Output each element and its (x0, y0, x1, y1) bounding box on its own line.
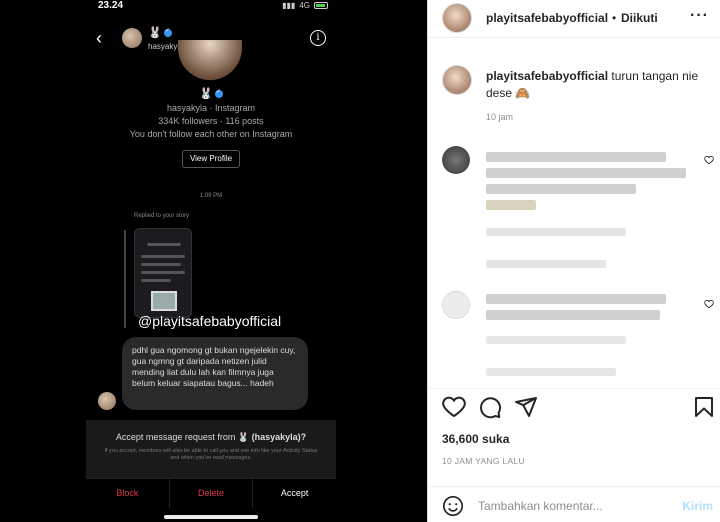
story-thumbnail[interactable] (134, 228, 192, 318)
story-line (141, 263, 181, 266)
story-line (141, 255, 185, 258)
header-title: 🐰 (148, 26, 172, 39)
post-comment-button[interactable]: Kirim (682, 499, 713, 513)
back-arrow-icon[interactable]: ‹ (96, 28, 102, 49)
message-timestamp: 1:09 PM (199, 193, 223, 199)
story-handle-overlay: @playitsafebabyofficial (138, 313, 282, 329)
story-line (147, 243, 181, 246)
reply-quote-bar (124, 230, 126, 328)
caption-avatar[interactable] (442, 65, 472, 95)
comment-input[interactable]: Tambahkan komentar... (478, 499, 603, 513)
blurred-comment-line (486, 168, 686, 178)
more-options-icon[interactable]: ··· (690, 7, 709, 25)
request-actions: Block Delete Accept (86, 478, 336, 508)
follow-status[interactable]: Diikuti (621, 11, 658, 25)
request-title-prefix: Accept message request from (115, 432, 236, 442)
post-header: playitsafebabyofficial • Diikuti ··· (428, 0, 720, 38)
comment-icon[interactable] (478, 395, 502, 419)
post-panel: playitsafebabyofficial • Diikuti ··· pla… (427, 0, 720, 522)
comment-avatar[interactable] (442, 291, 470, 319)
comment-bar: Tambahkan komentar... Kirim (428, 486, 720, 522)
verified-icon (163, 27, 172, 38)
blurred-comment-line (486, 184, 636, 194)
profile-stats: 334K followers · 116 posts (158, 116, 264, 126)
heart-icon[interactable] (442, 395, 466, 419)
emoji-icon[interactable] (442, 495, 464, 517)
profile-emoji: 🐰 (199, 88, 213, 100)
dm-screenshot: 23.24 ▮▮▮ 4G ‹ 🐰 hasyakyla i 🐰 hasyakyla… (0, 0, 427, 522)
phone-screen: 23.24 ▮▮▮ 4G ‹ 🐰 hasyakyla i 🐰 hasyakyla… (86, 0, 336, 522)
info-icon[interactable]: i (310, 30, 326, 46)
blurred-comment-meta (486, 368, 616, 376)
heart-icon[interactable] (704, 299, 714, 309)
block-button[interactable]: Block (86, 479, 170, 508)
post-caption: playitsafebabyofficial turun tangan nie … (428, 62, 720, 132)
home-indicator (164, 515, 258, 519)
blurred-comment-meta (486, 228, 626, 236)
separator-dot: • (612, 11, 617, 25)
author-avatar[interactable] (442, 3, 472, 33)
request-user: (hasyakyla)? (251, 432, 307, 442)
bunny-emoji: 🐰 (148, 27, 162, 39)
header-avatar[interactable] (122, 28, 142, 48)
delete-button[interactable]: Delete (170, 479, 254, 508)
bookmark-icon[interactable] (692, 395, 716, 419)
post-age: 10 JAM YANG LALU (442, 456, 525, 466)
profile-follow-status: You don't follow each other on Instagram (129, 129, 293, 139)
verified-icon (214, 88, 223, 99)
accept-button[interactable]: Accept (253, 479, 336, 508)
battery-icon (314, 2, 328, 9)
story-image (151, 291, 177, 311)
request-note: If you accept, members will also be able… (104, 448, 318, 461)
blurred-comment-line (486, 310, 660, 320)
request-emoji: 🐰 (237, 432, 250, 442)
network-label: 4G (299, 1, 310, 10)
blurred-comment-line (486, 294, 666, 304)
replied-to-story-label: Replied to your story (134, 213, 190, 219)
author-username[interactable]: playitsafebabyofficial (486, 11, 608, 25)
heart-icon[interactable] (704, 155, 714, 165)
status-indicators: ▮▮▮ 4G (282, 1, 328, 10)
sender-avatar (98, 392, 116, 410)
post-action-bar (428, 388, 720, 424)
status-bar: 23.24 ▮▮▮ 4G (86, 0, 336, 14)
message-bubble: pdhl gua ngomong gt bukan ngejelekin cuy… (122, 337, 308, 410)
message-request-panel: Accept message request from 🐰 (hasyakyla… (86, 420, 336, 478)
signal-icon: ▮▮▮ (282, 1, 296, 10)
caption-time: 10 jam (486, 112, 514, 122)
like-count[interactable]: 36,600 suka (442, 432, 509, 446)
comment-avatar[interactable] (442, 146, 470, 174)
blurred-comment-line (486, 152, 666, 162)
blurred-comment-meta (486, 260, 606, 268)
profile-picture (178, 40, 242, 80)
status-time: 23.24 (98, 0, 124, 11)
view-profile-button[interactable]: View Profile (182, 150, 240, 168)
story-line (141, 271, 185, 274)
caption-username[interactable]: playitsafebabyofficial (486, 69, 608, 83)
profile-name: 🐰 (86, 87, 336, 100)
blurred-comment-line (486, 200, 536, 210)
blurred-comment-meta (486, 336, 626, 344)
caption-text-block: playitsafebabyofficial turun tangan nie … (486, 68, 706, 102)
share-icon[interactable] (514, 395, 538, 419)
profile-handle-line: hasyakyla · Instagram (166, 103, 256, 113)
story-line (141, 279, 171, 282)
request-title: Accept message request from 🐰 (hasyakyla… (86, 432, 336, 443)
